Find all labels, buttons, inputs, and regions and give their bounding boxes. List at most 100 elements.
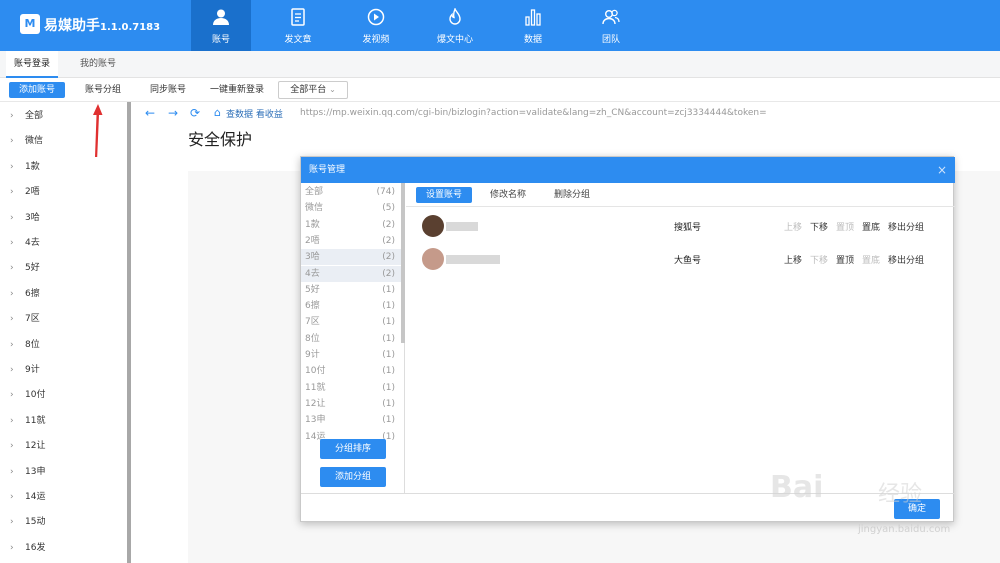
tab-rename[interactable]: 修改名称 [482,187,534,203]
sidebar-item-label: 8位 [25,339,40,350]
move-up-button[interactable]: 上移 [784,220,802,233]
sidebar-group-item[interactable]: › 9计 [0,358,127,383]
top-bar: M 易媒助手 1.1.0.7183 账号 发文章 发视频 爆文中心 数据 团队 [0,0,1000,51]
group-list-item[interactable]: 1款 (2) [301,217,401,233]
tab-account-login[interactable]: 账号登录 [6,51,58,78]
group-list-item[interactable]: 4去 (2) [301,265,401,282]
view-income-link[interactable]: 看收益 [256,110,283,120]
pin-top-button[interactable]: 置顶 [836,220,854,233]
sidebar-item-label: 13申 [25,466,46,477]
user-icon [213,9,229,25]
relogin-all-button[interactable]: 一键重新登录 [205,82,269,98]
sidebar-group-item[interactable]: › 3哈 [0,206,127,231]
account-platform: 搜狐号 [674,223,702,233]
nav-hot-center[interactable]: 爆文中心 [425,0,485,51]
play-icon [367,8,385,26]
pin-bottom-button[interactable]: 置底 [862,220,880,233]
group-name: 微信 [305,203,324,214]
nav-post-article[interactable]: 发文章 [268,0,328,51]
group-count: (1) [382,398,395,409]
group-list-item[interactable]: 6擦 (1) [301,298,401,314]
sidebar-item-label: 11就 [25,415,46,426]
account-group-button[interactable]: 账号分组 [78,82,128,98]
nav-team[interactable]: 团队 [581,0,641,51]
url-field[interactable]: https://mp.weixin.qq.com/cgi-bin/bizlogi… [300,108,767,118]
group-name: 3哈 [305,252,320,263]
group-list-item[interactable]: 8位 (1) [301,331,401,347]
sidebar-group-item[interactable]: › 13申 [0,460,127,485]
chevron-right-icon: › [10,136,14,147]
sidebar-splitter[interactable] [127,102,131,563]
add-account-button[interactable]: 添加账号 [9,82,65,98]
sidebar-group-item[interactable]: › 10付 [0,383,127,408]
group-count: (2) [382,235,395,246]
group-list-item[interactable]: 5好 (1) [301,282,401,298]
forward-arrow-icon[interactable]: → [168,106,178,120]
tab-my-accounts[interactable]: 我的账号 [72,51,124,78]
move-up-button[interactable]: 上移 [784,253,802,266]
pin-bottom-button[interactable]: 置底 [862,253,880,266]
sidebar-group-item[interactable]: › 11就 [0,409,127,434]
sidebar-group-item[interactable]: › 7区 [0,307,127,332]
chevron-right-icon: › [10,542,14,553]
group-count: (1) [382,415,395,426]
sidebar-group-item[interactable]: › 5好 [0,256,127,281]
sidebar-item-label: 15动 [25,517,46,528]
home-icon[interactable]: ⌂ [214,106,221,120]
watermark-text: 经验 [878,482,923,507]
account-row: 搜狐号 上移 下移 置顶 置底 移出分组 [406,211,955,241]
sidebar-group-item[interactable]: › 4去 [0,231,127,256]
sidebar-group-item[interactable]: › 微信 [0,129,127,154]
check-data-link[interactable]: 查数据 [226,110,253,120]
chevron-right-icon: › [10,238,14,248]
remove-from-group-button[interactable]: 移出分组 [888,220,924,233]
sidebar-item-label: 7区 [25,314,40,325]
group-list-scrollbar[interactable] [401,183,405,343]
move-down-button[interactable]: 下移 [810,253,828,266]
group-list-item[interactable]: 全部 (74) [301,184,401,200]
back-arrow-icon[interactable]: ← [145,106,155,120]
close-icon[interactable]: × [937,157,947,183]
sidebar-group-item[interactable]: › 全部 [0,104,127,129]
pin-top-button[interactable]: 置顶 [836,253,854,266]
sidebar-group-item[interactable]: › 15动 [0,510,127,535]
group-list-item[interactable]: 9计 (1) [301,347,401,363]
nav-account[interactable]: 账号 [191,0,251,51]
chevron-right-icon: › [10,187,14,198]
sidebar-item-label: 4去 [25,238,40,248]
sidebar-group-item[interactable]: › 14运 [0,485,127,510]
add-group-button[interactable]: 添加分组 [320,467,386,487]
group-name: 9计 [305,350,320,360]
nav-data[interactable]: 数据 [503,0,563,51]
sidebar-group-item[interactable]: › 8位 [0,333,127,358]
group-list-item[interactable]: 13申 (1) [301,412,401,428]
group-list-item[interactable]: 11就 (1) [301,380,401,396]
sidebar-group-item[interactable]: › 1款 [0,155,127,180]
group-list-item[interactable]: 10付 (1) [301,363,401,379]
move-down-button[interactable]: 下移 [810,220,828,233]
sort-groups-button[interactable]: 分组排序 [320,439,386,459]
group-list-item[interactable]: 2唔 (2) [301,233,401,249]
group-list-item[interactable]: 微信 (5) [301,200,401,216]
sidebar-group-item[interactable]: › 6擦 [0,282,127,307]
group-list-item[interactable]: 7区 (1) [301,314,401,330]
sidebar-group-item[interactable]: › 12让 [0,434,127,459]
tab-set-account[interactable]: 设置账号 [416,187,472,203]
group-list-item[interactable]: 12让 (1) [301,396,401,412]
nav-post-video[interactable]: 发视频 [346,0,406,51]
platform-select[interactable]: 全部平台 ⌄ [278,81,348,99]
group-name: 10付 [305,366,326,377]
refresh-icon[interactable]: ⟳ [190,106,200,120]
chevron-right-icon: › [10,263,14,274]
bar-chart-icon [525,9,541,26]
group-name: 13申 [305,415,326,426]
sidebar-group-item[interactable]: › 16发 [0,536,127,561]
chevron-right-icon: › [10,441,14,452]
group-name: 全部 [305,187,324,197]
chevron-right-icon: › [10,390,14,401]
sidebar-group-item[interactable]: › 2唔 [0,180,127,205]
sync-account-button[interactable]: 同步账号 [143,82,193,98]
remove-from-group-button[interactable]: 移出分组 [888,253,924,266]
group-list-item[interactable]: 3哈 (2) [301,249,401,266]
tab-delete-group[interactable]: 删除分组 [546,187,598,203]
